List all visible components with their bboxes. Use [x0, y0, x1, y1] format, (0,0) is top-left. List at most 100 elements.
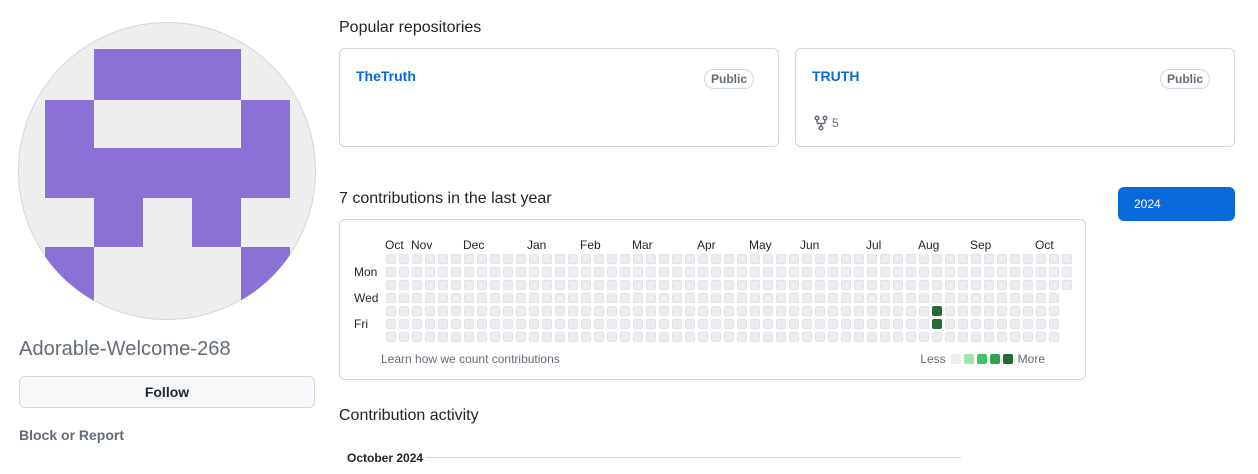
contribution-day[interactable]	[464, 280, 474, 290]
contribution-day[interactable]	[802, 293, 812, 303]
contribution-day[interactable]	[490, 332, 500, 342]
contribution-day[interactable]	[880, 332, 890, 342]
contribution-day[interactable]	[854, 280, 864, 290]
contribution-day[interactable]	[698, 267, 708, 277]
contribution-day[interactable]	[802, 319, 812, 329]
contribution-day[interactable]	[841, 254, 851, 264]
contribution-day[interactable]	[607, 280, 617, 290]
contribution-day[interactable]	[659, 267, 669, 277]
contribution-day[interactable]	[529, 332, 539, 342]
contribution-day[interactable]	[737, 306, 747, 316]
contribution-day[interactable]	[477, 306, 487, 316]
contribution-day[interactable]	[971, 254, 981, 264]
contribution-day[interactable]	[711, 280, 721, 290]
contribution-day[interactable]	[451, 254, 461, 264]
contribution-day[interactable]	[490, 293, 500, 303]
contribution-day[interactable]	[399, 319, 409, 329]
contribution-day[interactable]	[997, 319, 1007, 329]
contribution-day[interactable]	[516, 267, 526, 277]
contribution-day[interactable]	[841, 332, 851, 342]
contribution-day[interactable]	[399, 332, 409, 342]
contribution-day[interactable]	[750, 319, 760, 329]
contribution-day[interactable]	[880, 254, 890, 264]
contribution-day[interactable]	[854, 332, 864, 342]
contribution-day[interactable]	[464, 293, 474, 303]
contribution-day[interactable]	[958, 254, 968, 264]
contribution-day[interactable]	[555, 306, 565, 316]
contribution-day[interactable]	[698, 293, 708, 303]
contribution-day[interactable]	[724, 280, 734, 290]
contribution-day[interactable]	[659, 319, 669, 329]
contribution-day[interactable]	[516, 319, 526, 329]
contribution-day[interactable]	[997, 267, 1007, 277]
contribution-day[interactable]	[958, 267, 968, 277]
contribution-day[interactable]	[659, 293, 669, 303]
contribution-day[interactable]	[789, 267, 799, 277]
contribution-day[interactable]	[503, 293, 513, 303]
contribution-day[interactable]	[581, 293, 591, 303]
contribution-day[interactable]	[620, 332, 630, 342]
contribution-day[interactable]	[594, 319, 604, 329]
contribution-day[interactable]	[997, 332, 1007, 342]
contribution-day[interactable]	[841, 319, 851, 329]
contribution-day[interactable]	[893, 267, 903, 277]
contribution-day[interactable]	[828, 293, 838, 303]
contribution-day[interactable]	[867, 267, 877, 277]
contribution-day[interactable]	[1062, 254, 1072, 264]
contribution-day[interactable]	[932, 332, 942, 342]
contribution-day[interactable]	[724, 254, 734, 264]
contribution-day[interactable]	[841, 267, 851, 277]
contribution-day[interactable]	[620, 306, 630, 316]
contribution-day[interactable]	[763, 280, 773, 290]
contribution-day[interactable]	[1036, 254, 1046, 264]
contribution-day[interactable]	[867, 254, 877, 264]
contribution-day[interactable]	[815, 267, 825, 277]
follow-button[interactable]: Follow	[19, 376, 315, 408]
contribution-day[interactable]	[737, 254, 747, 264]
contribution-day[interactable]	[893, 319, 903, 329]
contribution-day[interactable]	[867, 293, 877, 303]
contribution-day[interactable]	[542, 306, 552, 316]
contribution-day[interactable]	[438, 293, 448, 303]
contribution-day[interactable]	[581, 306, 591, 316]
contribution-day[interactable]	[867, 332, 877, 342]
contribution-day[interactable]	[789, 254, 799, 264]
contribution-day[interactable]	[893, 306, 903, 316]
contribution-day[interactable]	[932, 267, 942, 277]
contribution-day[interactable]	[750, 267, 760, 277]
contribution-day[interactable]	[685, 254, 695, 264]
contribution-day[interactable]	[932, 306, 942, 316]
contribution-day[interactable]	[867, 319, 877, 329]
contribution-day[interactable]	[997, 280, 1007, 290]
contribution-day[interactable]	[646, 306, 656, 316]
contribution-day[interactable]	[802, 254, 812, 264]
contribution-day[interactable]	[945, 306, 955, 316]
contribution-day[interactable]	[1036, 280, 1046, 290]
contribution-day[interactable]	[529, 306, 539, 316]
contribution-day[interactable]	[893, 280, 903, 290]
contribution-day[interactable]	[568, 293, 578, 303]
contribution-day[interactable]	[620, 319, 630, 329]
contribution-day[interactable]	[490, 280, 500, 290]
contribution-day[interactable]	[594, 332, 604, 342]
contribution-day[interactable]	[425, 306, 435, 316]
contribution-day[interactable]	[399, 280, 409, 290]
contribution-day[interactable]	[711, 332, 721, 342]
contribution-day[interactable]	[932, 319, 942, 329]
contribution-day[interactable]	[555, 254, 565, 264]
contribution-day[interactable]	[672, 267, 682, 277]
contribution-day[interactable]	[607, 319, 617, 329]
avatar[interactable]	[18, 22, 316, 320]
contribution-day[interactable]	[451, 267, 461, 277]
contribution-day[interactable]	[542, 280, 552, 290]
contribution-day[interactable]	[594, 280, 604, 290]
contribution-day[interactable]	[945, 332, 955, 342]
contribution-day[interactable]	[1036, 332, 1046, 342]
contribution-day[interactable]	[503, 267, 513, 277]
contribution-day[interactable]	[880, 267, 890, 277]
contribution-day[interactable]	[1036, 319, 1046, 329]
contribution-day[interactable]	[412, 267, 422, 277]
contribution-day[interactable]	[386, 254, 396, 264]
contribution-day[interactable]	[971, 306, 981, 316]
contribution-day[interactable]	[698, 280, 708, 290]
